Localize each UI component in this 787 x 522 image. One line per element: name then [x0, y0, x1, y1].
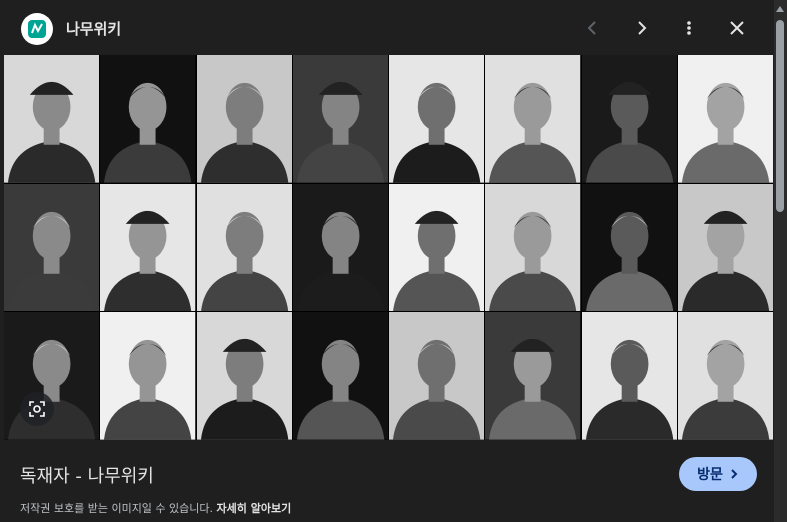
- portrait-thumbnail: [196, 55, 292, 183]
- chevron-right-icon: [731, 469, 738, 479]
- portrait-thumbnail: [485, 183, 581, 312]
- lens-icon[interactable]: [20, 392, 54, 426]
- portrait-thumbnail: [4, 55, 100, 183]
- portrait-thumbnail: [100, 312, 196, 440]
- portrait-thumbnail: [292, 55, 388, 183]
- portrait-thumbnail: [100, 183, 196, 312]
- site-name[interactable]: 나무위키: [66, 18, 121, 39]
- portrait-thumbnail: [292, 312, 388, 440]
- image-preview[interactable]: [4, 55, 773, 440]
- portrait-thumbnail: [100, 55, 196, 183]
- portrait-thumbnail: [581, 183, 677, 312]
- image-title[interactable]: 독재자 - 나무위키: [20, 462, 154, 488]
- portrait-thumbnail: [196, 183, 292, 312]
- portrait-thumbnail: [196, 312, 292, 440]
- visit-button[interactable]: 방문: [679, 457, 757, 491]
- portrait-thumbnail: [389, 312, 485, 440]
- copyright-notice: 저작권 보호를 받는 이미지일 수 있습니다. 자세히 알아보기: [20, 500, 291, 516]
- chevron-left-icon[interactable]: [579, 14, 607, 42]
- more-vert-icon[interactable]: [675, 14, 703, 42]
- portrait-thumbnail: [389, 183, 485, 312]
- learn-more-link[interactable]: 자세히 알아보기: [217, 502, 292, 515]
- portrait-thumbnail: [485, 55, 581, 183]
- portrait-thumbnail: [677, 312, 773, 440]
- portrait-thumbnail: [485, 312, 581, 440]
- portrait-thumbnail: [581, 55, 677, 183]
- portrait-thumbnail: [389, 55, 485, 183]
- namuwiki-logo-icon[interactable]: [21, 13, 53, 45]
- viewer-header: 나무위키: [0, 0, 770, 56]
- portrait-thumbnail: [4, 183, 100, 312]
- portrait-thumbnail: [677, 55, 773, 183]
- close-icon[interactable]: [723, 14, 751, 42]
- chevron-right-icon[interactable]: [627, 14, 655, 42]
- portrait-thumbnail: [4, 312, 100, 440]
- scrollbar-thumb[interactable]: [776, 20, 784, 212]
- portrait-thumbnail: [581, 312, 677, 440]
- copyright-text: 저작권 보호를 받는 이미지일 수 있습니다.: [20, 502, 214, 515]
- portrait-thumbnail: [677, 183, 773, 312]
- visit-button-label: 방문: [697, 467, 723, 483]
- portrait-thumbnail: [292, 183, 388, 312]
- scroll-up-arrow-icon[interactable]: [776, 6, 784, 12]
